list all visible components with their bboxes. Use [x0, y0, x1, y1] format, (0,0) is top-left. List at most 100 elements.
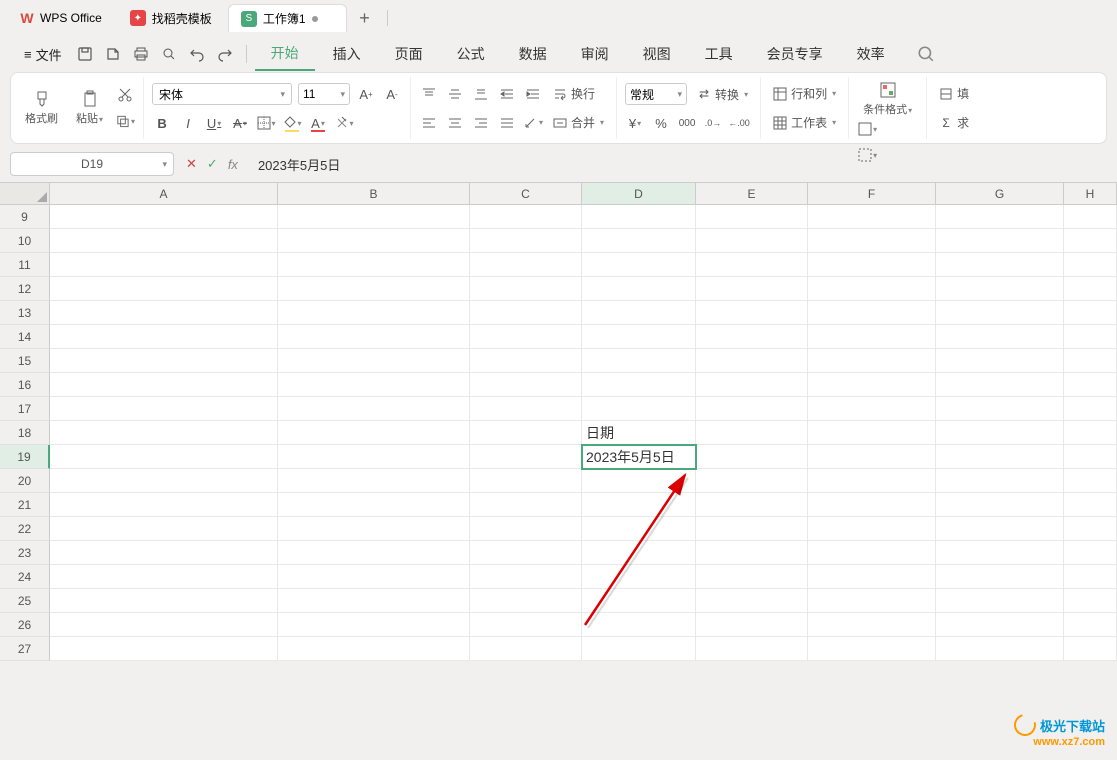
cell-E13[interactable] [696, 301, 808, 325]
menu-data[interactable]: 数据 [503, 38, 563, 70]
cell-D13[interactable] [582, 301, 696, 325]
cell-A13[interactable] [50, 301, 278, 325]
cell-D21[interactable] [582, 493, 696, 517]
cell-C17[interactable] [470, 397, 582, 421]
cell-G11[interactable] [936, 253, 1064, 277]
cell-D11[interactable] [582, 253, 696, 277]
export-button[interactable] [100, 41, 126, 67]
cell-E27[interactable] [696, 637, 808, 661]
col-header-B[interactable]: B [278, 183, 470, 204]
menu-efficiency[interactable]: 效率 [841, 38, 901, 70]
cell-C18[interactable] [470, 421, 582, 445]
orientation-button[interactable]: ▾ [523, 114, 543, 132]
cell-E10[interactable] [696, 229, 808, 253]
strikethrough-button[interactable]: A▾ [230, 113, 250, 133]
search-button[interactable] [913, 41, 939, 67]
align-bottom-button[interactable] [471, 85, 491, 103]
percent-button[interactable]: % [651, 113, 671, 133]
file-menu[interactable]: ≡ 文件 [16, 45, 70, 64]
cell-F12[interactable] [808, 277, 936, 301]
cell-A12[interactable] [50, 277, 278, 301]
row-header-11[interactable]: 11 [0, 253, 50, 277]
cell-C21[interactable] [470, 493, 582, 517]
cell-F16[interactable] [808, 373, 936, 397]
worksheet-button[interactable]: 工作表▾ [769, 112, 840, 133]
cell-D17[interactable] [582, 397, 696, 421]
cell-B23[interactable] [278, 541, 470, 565]
row-header-14[interactable]: 14 [0, 325, 50, 349]
cell-F24[interactable] [808, 565, 936, 589]
underline-button[interactable]: U▾ [204, 113, 224, 133]
align-top-button[interactable] [419, 85, 439, 103]
cell-F19[interactable] [808, 445, 936, 469]
print-preview-button[interactable] [156, 41, 182, 67]
cell-B13[interactable] [278, 301, 470, 325]
row-header-9[interactable]: 9 [0, 205, 50, 229]
cell-D15[interactable] [582, 349, 696, 373]
fill-button[interactable]: 填 [935, 83, 973, 104]
indent-decrease-button[interactable] [497, 85, 517, 103]
rows-cols-button[interactable]: 行和列▾ [769, 83, 840, 104]
cell-C15[interactable] [470, 349, 582, 373]
row-header-19[interactable]: 19 [0, 445, 50, 469]
cell-H11[interactable] [1064, 253, 1117, 277]
cell-E18[interactable] [696, 421, 808, 445]
row-header-15[interactable]: 15 [0, 349, 50, 373]
cell-D16[interactable] [582, 373, 696, 397]
confirm-button[interactable]: ✓ [207, 156, 218, 172]
cell-D20[interactable] [582, 469, 696, 493]
cell-G21[interactable] [936, 493, 1064, 517]
cell-C23[interactable] [470, 541, 582, 565]
cell-A20[interactable] [50, 469, 278, 493]
bold-button[interactable]: B [152, 113, 172, 133]
cell-G10[interactable] [936, 229, 1064, 253]
cell-C13[interactable] [470, 301, 582, 325]
cell-A15[interactable] [50, 349, 278, 373]
row-header-20[interactable]: 20 [0, 469, 50, 493]
cell-C10[interactable] [470, 229, 582, 253]
cell-H24[interactable] [1064, 565, 1117, 589]
add-tab-button[interactable]: + [351, 4, 379, 32]
cell-G19[interactable] [936, 445, 1064, 469]
cell-C9[interactable] [470, 205, 582, 229]
cell-E19[interactable] [696, 445, 808, 469]
cell-F26[interactable] [808, 613, 936, 637]
cell-A16[interactable] [50, 373, 278, 397]
font-size-select[interactable]: 11 ▾ [298, 83, 350, 105]
menu-view[interactable]: 视图 [627, 38, 687, 70]
undo-button[interactable] [184, 41, 210, 67]
cell-H17[interactable] [1064, 397, 1117, 421]
row-header-23[interactable]: 23 [0, 541, 50, 565]
cell-A19[interactable] [50, 445, 278, 469]
cell-H22[interactable] [1064, 517, 1117, 541]
cell-H16[interactable] [1064, 373, 1117, 397]
row-header-12[interactable]: 12 [0, 277, 50, 301]
cell-H25[interactable] [1064, 589, 1117, 613]
cell-G27[interactable] [936, 637, 1064, 661]
row-header-21[interactable]: 21 [0, 493, 50, 517]
save-button[interactable] [72, 41, 98, 67]
cell-G22[interactable] [936, 517, 1064, 541]
menu-review[interactable]: 审阅 [565, 38, 625, 70]
cell-G25[interactable] [936, 589, 1064, 613]
cell-H14[interactable] [1064, 325, 1117, 349]
cell-G16[interactable] [936, 373, 1064, 397]
app-tab[interactable]: W WPS Office [8, 4, 114, 32]
sum-button[interactable]: Σ 求 [935, 112, 973, 133]
cell-C16[interactable] [470, 373, 582, 397]
cell-E20[interactable] [696, 469, 808, 493]
wrap-text-button[interactable]: 换行 [549, 83, 599, 104]
workbook-tab[interactable]: S 工作簿1 [228, 4, 347, 32]
cell-B24[interactable] [278, 565, 470, 589]
cell-B10[interactable] [278, 229, 470, 253]
cell-F18[interactable] [808, 421, 936, 445]
cell-G9[interactable] [936, 205, 1064, 229]
cell-E25[interactable] [696, 589, 808, 613]
cell-C14[interactable] [470, 325, 582, 349]
table-style-button[interactable]: ▾ [857, 119, 877, 139]
cell-H21[interactable] [1064, 493, 1117, 517]
cell-H12[interactable] [1064, 277, 1117, 301]
cell-B25[interactable] [278, 589, 470, 613]
cell-G15[interactable] [936, 349, 1064, 373]
align-middle-button[interactable] [445, 85, 465, 103]
